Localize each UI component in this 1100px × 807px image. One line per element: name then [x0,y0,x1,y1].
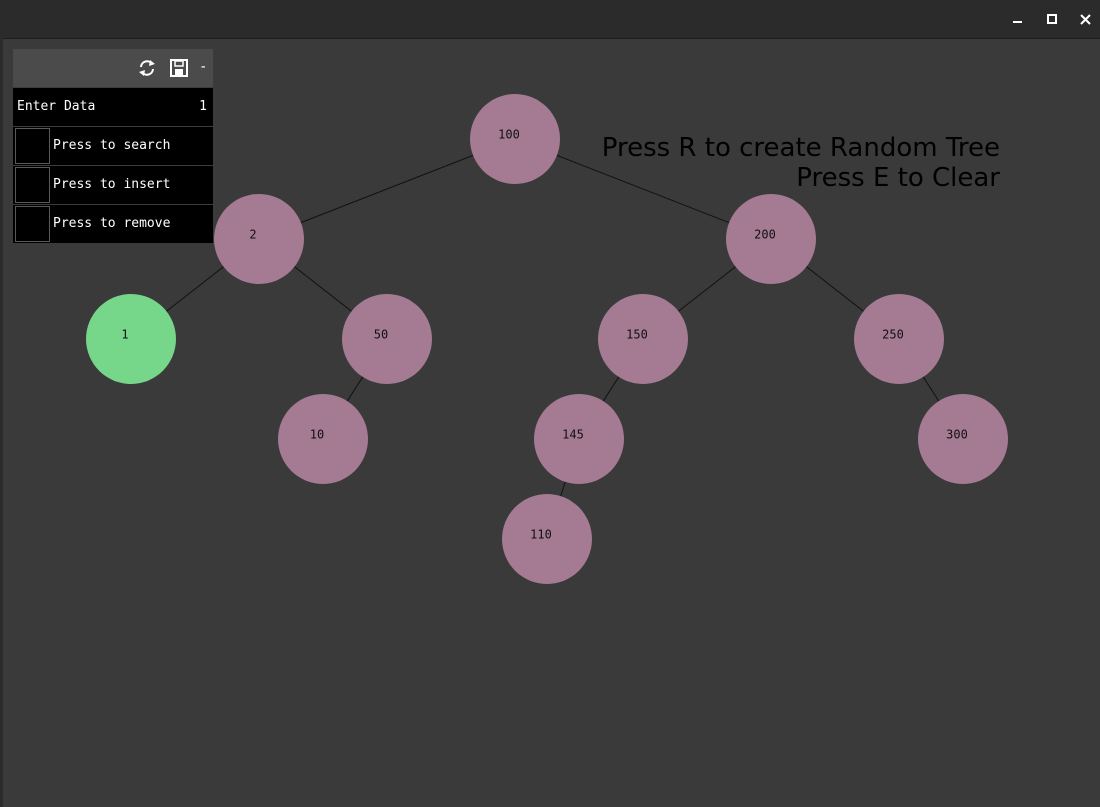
application-window: 100 2 200 1 50 150 250 10 145 300 110 Press R to c… [0,0,1100,807]
node-label: 250 [882,328,904,342]
enter-data-label: Enter Data [17,99,96,114]
node-label: 110 [530,528,552,542]
save-icon[interactable] [169,58,189,78]
remove-label: Press to remove [53,216,171,231]
node-label: 10 [310,428,324,442]
insert-row: Press to insert [13,165,213,204]
control-panel: - Enter Data 1 Press to search Press to … [13,49,213,243]
tree-node[interactable]: 300 [918,394,1008,484]
insert-label: Press to insert [53,177,171,192]
insert-button[interactable] [15,167,50,203]
tree-node[interactable]: 200 [726,194,816,284]
tree-node[interactable]: 110 [502,494,592,584]
enter-data-field[interactable]: Enter Data 1 [13,87,213,126]
node-label: 100 [498,128,520,142]
remove-button[interactable] [15,206,50,242]
tree-node[interactable]: 145 [534,394,624,484]
tree-node[interactable]: 50 [342,294,432,384]
tree-node[interactable]: 100 [470,94,560,184]
refresh-icon[interactable] [137,58,157,78]
tree-node[interactable]: 1 [86,294,176,384]
instructions: Press R to create Random Tree Press E to… [602,133,1000,193]
tree-node[interactable]: 2 [214,194,304,284]
tree-node[interactable]: 10 [278,394,368,484]
node-label: 150 [626,328,648,342]
search-label: Press to search [53,138,171,153]
instruction-random: Press R to create Random Tree [601,133,1000,163]
instruction-clear: Press E to Clear [796,163,1000,193]
node-label: 300 [946,428,968,442]
remove-row: Press to remove [13,204,213,243]
panel-header[interactable]: - [13,49,213,87]
search-row: Press to search [13,126,213,165]
node-label: 50 [374,328,388,342]
node-circle [86,294,176,384]
node-label: 2 [249,228,256,242]
node-circle [214,194,304,284]
enter-data-value[interactable]: 1 [199,99,207,114]
node-label: 200 [754,228,776,242]
search-button[interactable] [15,128,50,164]
node-label: 145 [562,428,584,442]
tree-node[interactable]: 150 [598,294,688,384]
tree-node[interactable]: 250 [854,294,944,384]
node-label: 1 [121,328,128,342]
collapse-icon[interactable]: - [199,58,207,76]
